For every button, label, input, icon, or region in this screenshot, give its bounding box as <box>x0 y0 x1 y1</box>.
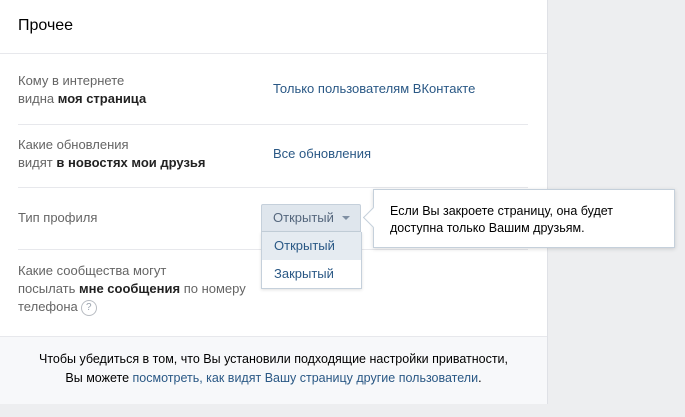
row-label: Какие сообщества могут посылать мне сооб… <box>18 263 246 316</box>
settings-row-page-visibility: Кому в интернете видна моя страница Толь… <box>18 54 528 125</box>
profile-type-menu: Открытый Закрытый <box>261 232 362 289</box>
settings-row-news-updates: Какие обновления видят в новостях мои др… <box>18 124 528 188</box>
profile-type-tooltip: Если Вы закроете страницу, она будет дос… <box>362 189 675 248</box>
row-label: Какие обновления видят в новостях мои др… <box>18 137 206 170</box>
profile-type-dropdown[interactable]: Открытый <box>261 204 361 232</box>
menu-item-closed[interactable]: Закрытый <box>262 260 361 288</box>
view-as-others-link[interactable]: посмотреть, как видят Вашу страницу друг… <box>133 371 479 385</box>
page-visibility-link[interactable]: Только пользователям ВКонтакте <box>273 80 475 98</box>
news-updates-link[interactable]: Все обновления <box>273 145 371 163</box>
help-icon[interactable]: ? <box>80 299 97 316</box>
chevron-down-icon <box>342 216 350 220</box>
privacy-footer: Чтобы убедиться в том, что Вы установили… <box>0 336 547 404</box>
row-label: Тип профиля <box>18 210 98 225</box>
section-title: Прочее <box>0 0 547 54</box>
row-label: Кому в интернете видна моя страница <box>18 73 147 106</box>
menu-item-open[interactable]: Открытый <box>262 232 361 260</box>
